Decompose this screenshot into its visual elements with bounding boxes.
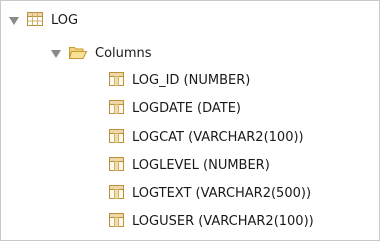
tree-node-column[interactable]: LOGCAT (VARCHAR2(100))	[109, 128, 304, 148]
column-label: LOGTEXT (VARCHAR2(500))	[132, 186, 312, 201]
column-icon	[109, 157, 124, 175]
tree-node-columns-folder[interactable]: Columns	[51, 44, 152, 64]
folder-open-icon	[68, 45, 88, 63]
column-icon	[109, 185, 124, 203]
column-icon	[109, 100, 124, 118]
column-label: LOGUSER (VARCHAR2(100))	[132, 214, 314, 229]
tree-node-table[interactable]: LOG	[9, 11, 78, 31]
column-label: LOGCAT (VARCHAR2(100))	[132, 130, 304, 145]
collapse-arrow-icon[interactable]	[9, 16, 19, 26]
column-icon	[109, 213, 124, 231]
tree-node-column[interactable]: LOGDATE (DATE)	[109, 99, 241, 119]
tree-panel: LOG Columns LOG_ID (NUMBER) LOGDATE (DAT…	[0, 0, 380, 241]
tree-node-column[interactable]: LOG_ID (NUMBER)	[109, 71, 250, 91]
tree-node-column[interactable]: LOGTEXT (VARCHAR2(500))	[109, 184, 311, 204]
tree-node-label: Columns	[95, 46, 152, 61]
tree-node-column[interactable]: LOGLEVEL (NUMBER)	[109, 156, 270, 176]
column-label: LOGDATE (DATE)	[132, 101, 242, 116]
column-label: LOGLEVEL (NUMBER)	[132, 158, 270, 173]
column-icon	[109, 129, 124, 147]
column-icon	[109, 72, 124, 90]
tree-node-column[interactable]: LOGUSER (VARCHAR2(100))	[109, 212, 314, 232]
collapse-arrow-icon[interactable]	[51, 49, 61, 59]
table-icon	[27, 12, 43, 30]
column-label: LOG_ID (NUMBER)	[132, 73, 251, 88]
tree-node-label: LOG	[51, 13, 79, 28]
